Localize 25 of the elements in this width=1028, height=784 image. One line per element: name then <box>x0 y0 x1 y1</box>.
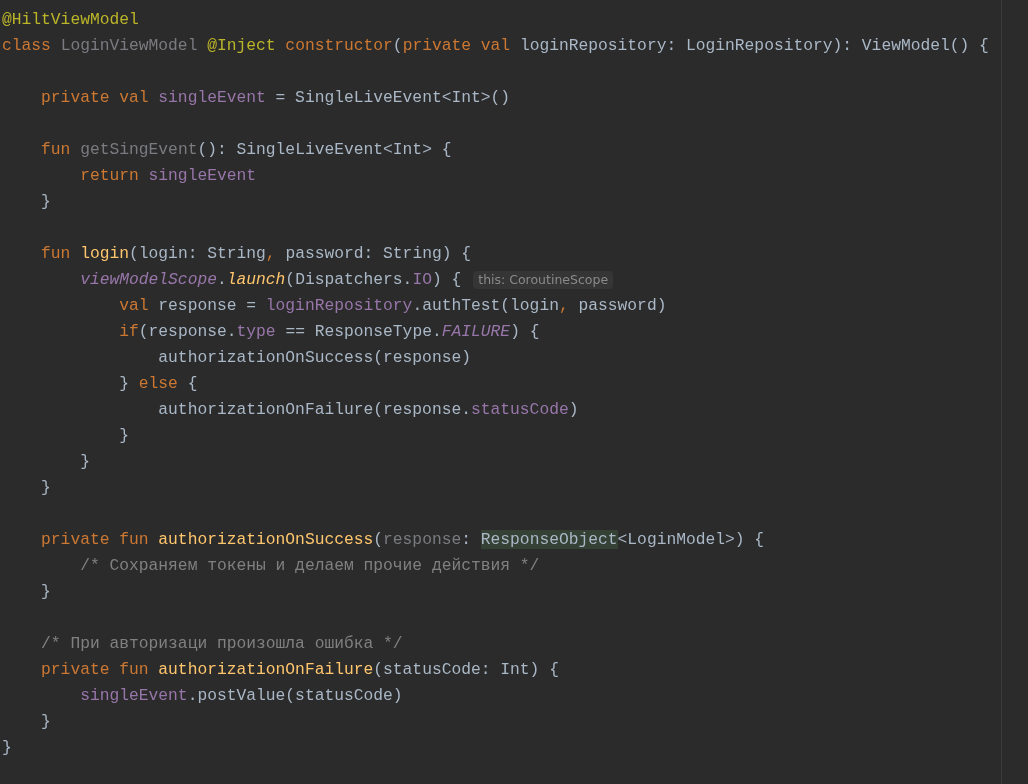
code-line: private fun authorizationOnFailure(statusCode: Int) { <box>40 659 559 681</box>
code-line: private fun authorizationOnSuccess(response: ResponseObject<LoginModel>) { <box>40 529 765 551</box>
code-line: } <box>40 581 51 603</box>
code-line: viewModelScope.launch(Dispatchers.IO) { <box>79 269 462 291</box>
code-line: class LoginViewModel @Inject constructor(private val loginRepository: LoginRepository): ViewModel() { <box>2 35 989 57</box>
code-line: } <box>40 191 51 213</box>
inlay-hint: this: CoroutineScope <box>473 271 614 289</box>
code-line: private val singleEvent = SingleLiveEvent<Int>() <box>40 87 511 109</box>
code-line: singleEvent.postValue(statusCode) <box>79 685 403 707</box>
code-line: } <box>2 737 12 759</box>
code-line: authorizationOnFailure(response.statusCode) <box>157 399 579 421</box>
code-line: } <box>118 425 129 447</box>
code-line: fun getSingEvent(): SingleLiveEvent<Int> { <box>40 139 452 161</box>
code-line: /* Сохраняем токены и делаем прочие действия */ <box>79 555 540 577</box>
code-line: } <box>40 711 51 733</box>
code-line: authorizationOnSuccess(response) <box>157 347 471 369</box>
code-line: } else { <box>118 373 198 395</box>
code-line: val response = loginRepository.authTest(login, password) <box>118 295 667 317</box>
code-line: fun login(login: String, password: String) { <box>40 243 471 265</box>
code-line: } <box>40 477 51 499</box>
code-line: /* При авторизаци произошла ошибка */ <box>40 633 403 655</box>
code-line: if(response.type == ResponseType.FAILURE) { <box>118 321 540 343</box>
code-line: return singleEvent <box>79 165 257 187</box>
code-line: } <box>79 451 90 473</box>
code-line: @HiltViewModel <box>2 9 139 31</box>
